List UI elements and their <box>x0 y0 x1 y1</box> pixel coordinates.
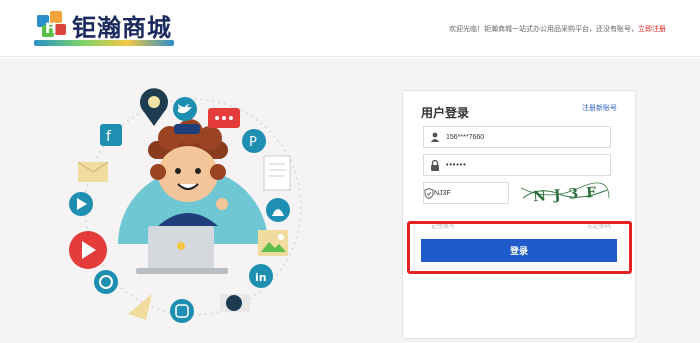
password-input[interactable] <box>446 156 596 174</box>
logo-icon: H <box>37 11 66 37</box>
linkedin-icon: in <box>249 264 273 288</box>
logo-text: 钜瀚商城 <box>72 13 172 42</box>
instagram-icon <box>170 299 194 323</box>
highlight-box <box>407 221 632 274</box>
header: H 钜瀚商城 欢迎光临！钜瀚商城一站式办公用品采购平台，还没有账号，立即注册 <box>0 0 700 57</box>
youtube-play-icon <box>69 231 107 269</box>
captcha-image[interactable]: NJ3F <box>519 180 611 206</box>
whatsapp-icon <box>94 270 118 294</box>
phone-input[interactable] <box>446 128 596 146</box>
header-register-link[interactable]: 立即注册 <box>638 26 666 33</box>
verification-code-input[interactable] <box>434 184 525 202</box>
camera-icon <box>220 294 250 312</box>
chat-bubble-icon <box>208 108 240 128</box>
user-icon <box>424 127 446 147</box>
document-icon <box>263 155 291 191</box>
twitter-icon <box>173 97 197 121</box>
image-icon <box>258 230 288 256</box>
phone-field[interactable] <box>423 126 611 148</box>
pinterest-icon: P <box>242 129 266 153</box>
snapchat-icon <box>266 198 290 222</box>
logo-strip <box>34 40 174 46</box>
location-pin-icon <box>140 88 168 126</box>
verification-code-field[interactable] <box>423 182 525 204</box>
shield-icon <box>424 183 434 203</box>
svg-text:H: H <box>45 21 57 37</box>
envelope-icon <box>77 161 109 182</box>
register-new-account-link[interactable]: 注册新账号 <box>582 103 617 113</box>
main-area: P f in 用户登录 注册新账号 156****7660 •••••• NJ3… <box>0 58 700 343</box>
svg-text:in: in <box>255 271 267 284</box>
login-panel: 用户登录 注册新账号 NJ3F 记住账号 <box>402 90 636 339</box>
lock-icon <box>424 155 446 175</box>
welcome-message: 欢迎光临！钜瀚商城一站式办公用品采购平台，还没有账号，立即注册 <box>449 24 666 34</box>
password-field[interactable] <box>423 154 611 176</box>
media-play-icon <box>69 192 93 216</box>
paper-plane-icon <box>128 294 152 320</box>
illustration: P f in <box>69 88 302 323</box>
login-title: 用户登录 <box>421 106 470 120</box>
facebook-icon: f <box>100 124 122 146</box>
welcome-text: 欢迎光临！钜瀚商城一站式办公用品采购平台，还没有账号， <box>449 26 638 33</box>
svg-text:P: P <box>249 135 257 150</box>
